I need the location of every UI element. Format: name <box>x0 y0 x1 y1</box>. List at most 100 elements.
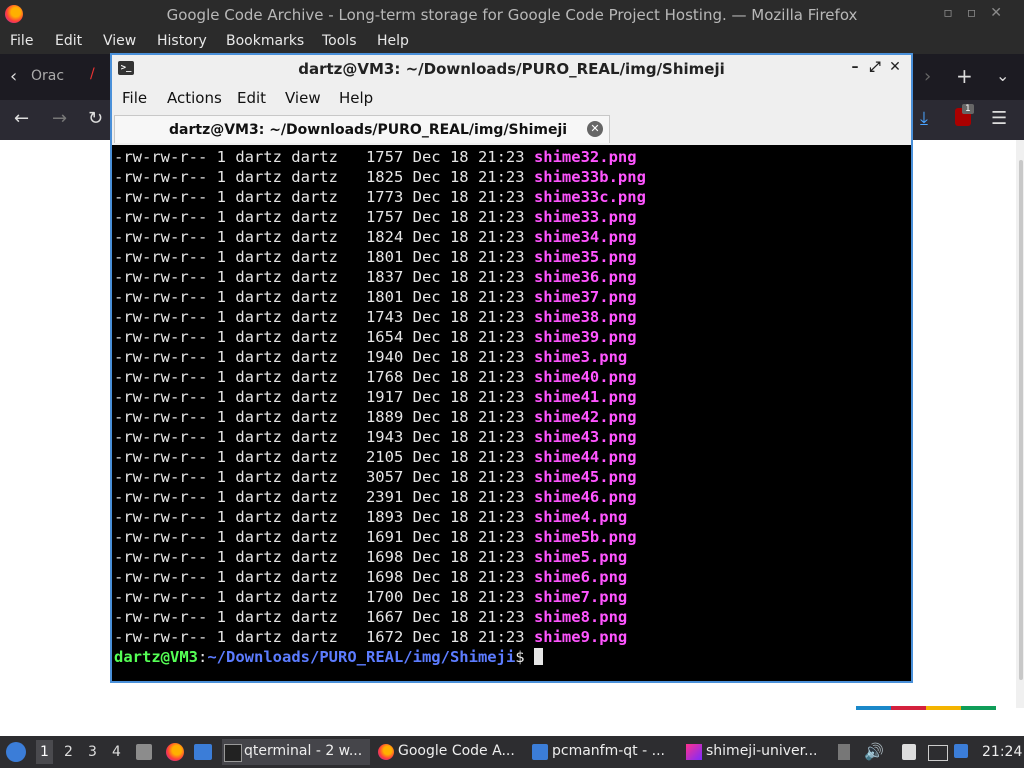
terminal-menu-actions[interactable]: Actions <box>167 89 222 107</box>
file-manager-launcher-icon[interactable] <box>136 744 152 760</box>
scroll-indicator-icon[interactable] <box>838 744 850 760</box>
firefox-menu-view[interactable]: View <box>103 33 136 49</box>
reload-icon[interactable]: ↻ <box>88 108 103 129</box>
file-name: shime36.png <box>533 268 637 286</box>
close-icon[interactable]: ✕ <box>885 59 905 75</box>
file-meta: -rw-rw-r-- 1 dartz dartz 1825 Dec 18 21:… <box>114 168 534 186</box>
firefox-menu-edit[interactable]: Edit <box>55 33 82 49</box>
volume-icon[interactable]: 🔊 <box>864 742 884 761</box>
terminal-menu-view[interactable]: View <box>285 89 321 107</box>
list-all-tabs-icon[interactable]: ⌄ <box>996 66 1009 85</box>
file-name: shime41.png <box>533 388 637 406</box>
terminal-line: -rw-rw-r-- 1 dartz dartz 1801 Dec 18 21:… <box>114 247 909 267</box>
prompt-line[interactable]: dartz@VM3:~/Downloads/PURO_REAL/img/Shim… <box>114 647 909 667</box>
terminal-line: -rw-rw-r-- 1 dartz dartz 1757 Dec 18 21:… <box>114 147 909 167</box>
terminal-line: -rw-rw-r-- 1 dartz dartz 1691 Dec 18 21:… <box>114 527 909 547</box>
file-meta: -rw-rw-r-- 1 dartz dartz 1889 Dec 18 21:… <box>114 408 534 426</box>
firefox-menu-tools[interactable]: Tools <box>322 33 357 49</box>
firefox-menu-help[interactable]: Help <box>377 33 409 49</box>
desktop-launcher-icon[interactable] <box>194 744 212 760</box>
start-menu-icon[interactable] <box>6 742 26 762</box>
file-name: shime5.png <box>533 548 628 566</box>
back-icon[interactable]: ← <box>14 108 29 129</box>
file-meta: -rw-rw-r-- 1 dartz dartz 1837 Dec 18 21:… <box>114 268 534 286</box>
firefox-launcher-icon[interactable] <box>166 743 184 761</box>
terminal-tab[interactable]: dartz@VM3: ~/Downloads/PURO_REAL/img/Shi… <box>114 115 610 143</box>
file-meta: -rw-rw-r-- 1 dartz dartz 1672 Dec 18 21:… <box>114 628 534 646</box>
file-name: shime34.png <box>533 228 637 246</box>
terminal-line: -rw-rw-r-- 1 dartz dartz 1824 Dec 18 21:… <box>114 227 909 247</box>
file-meta: -rw-rw-r-- 1 dartz dartz 1667 Dec 18 21:… <box>114 608 534 626</box>
terminal-line: -rw-rw-r-- 1 dartz dartz 1893 Dec 18 21:… <box>114 507 909 527</box>
tab-favicon-icon: / <box>90 66 95 82</box>
workspace-4[interactable]: 4 <box>112 744 121 760</box>
firefox-tab-partial[interactable]: Orac <box>31 68 64 84</box>
prompt-symbol: $ <box>515 648 525 666</box>
minimize-icon[interactable]: – <box>845 59 865 75</box>
terminal-line: -rw-rw-r-- 1 dartz dartz 2105 Dec 18 21:… <box>114 447 909 467</box>
terminal-line: -rw-rw-r-- 1 dartz dartz 1768 Dec 18 21:… <box>114 367 909 387</box>
tab-scroll-left-icon[interactable]: ‹ <box>10 66 17 87</box>
workspace-3[interactable]: 3 <box>88 744 97 760</box>
tab-close-icon[interactable]: ✕ <box>587 121 603 137</box>
page-scrollbar[interactable] <box>1016 140 1024 708</box>
task-qterminal[interactable]: qterminal - 2 w... <box>222 739 370 765</box>
terminal-line: -rw-rw-r-- 1 dartz dartz 1757 Dec 18 21:… <box>114 207 909 227</box>
firefox-menu-bookmarks[interactable]: Bookmarks <box>226 33 304 49</box>
terminal-line: -rw-rw-r-- 1 dartz dartz 1825 Dec 18 21:… <box>114 167 909 187</box>
terminal-line: -rw-rw-r-- 1 dartz dartz 1801 Dec 18 21:… <box>114 287 909 307</box>
firefox-menu-file[interactable]: File <box>10 33 33 49</box>
terminal-line: -rw-rw-r-- 1 dartz dartz 1654 Dec 18 21:… <box>114 327 909 347</box>
terminal-line: -rw-rw-r-- 1 dartz dartz 1667 Dec 18 21:… <box>114 607 909 627</box>
terminal-line: -rw-rw-r-- 1 dartz dartz 2391 Dec 18 21:… <box>114 487 909 507</box>
terminal-tab-label: dartz@VM3: ~/Downloads/PURO_REAL/img/Shi… <box>169 122 568 138</box>
file-meta: -rw-rw-r-- 1 dartz dartz 1801 Dec 18 21:… <box>114 288 534 306</box>
bluetooth-icon[interactable] <box>954 744 968 758</box>
task-firefox[interactable]: Google Code A... <box>376 739 524 765</box>
file-name: shime3.png <box>533 348 628 366</box>
terminal-titlebar[interactable]: >_ dartz@VM3: ~/Downloads/PURO_REAL/img/… <box>112 55 911 83</box>
maximize-icon[interactable]: ⤢ <box>865 59 885 75</box>
firefox-window-controls[interactable]: ▫▫✕ <box>943 5 1016 21</box>
workspace-1[interactable]: 1 <box>36 740 53 764</box>
terminal-menu-file[interactable]: File <box>122 89 147 107</box>
file-name: shime32.png <box>533 148 637 166</box>
firefox-menu-history[interactable]: History <box>157 33 207 49</box>
downloads-icon[interactable]: ⤓ <box>920 108 928 129</box>
scrollbar-thumb[interactable] <box>1019 160 1023 680</box>
forward-icon[interactable]: → <box>52 108 67 129</box>
terminal-window[interactable]: >_ dartz@VM3: ~/Downloads/PURO_REAL/img/… <box>110 53 913 683</box>
file-name: shime45.png <box>533 468 637 486</box>
firefox-window-title: Google Code Archive - Long-term storage … <box>166 6 858 24</box>
file-meta: -rw-rw-r-- 1 dartz dartz 1743 Dec 18 21:… <box>114 308 534 326</box>
google-color-stripe <box>856 706 996 710</box>
file-name: shime38.png <box>533 308 637 326</box>
file-name: shime33c.png <box>533 188 646 206</box>
terminal-output[interactable]: -rw-rw-r-- 1 dartz dartz 1757 Dec 18 21:… <box>114 147 909 679</box>
tab-scroll-right-icon[interactable]: › <box>924 66 931 87</box>
taskbar: 1 2 3 4 qterminal - 2 w... Google Code A… <box>0 736 1024 768</box>
folder-icon <box>532 744 548 760</box>
app-menu-icon[interactable]: ☰ <box>991 108 1007 129</box>
clock[interactable]: 21:24 <box>982 744 1022 760</box>
extension-badge: 1 <box>962 104 974 114</box>
file-meta: -rw-rw-r-- 1 dartz dartz 1700 Dec 18 21:… <box>114 588 534 606</box>
terminal-menu-help[interactable]: Help <box>339 89 373 107</box>
network-icon[interactable] <box>928 745 948 761</box>
firefox-titlebar: Google Code Archive - Long-term storage … <box>0 0 1024 30</box>
file-name: shime35.png <box>533 248 637 266</box>
file-meta: -rw-rw-r-- 1 dartz dartz 1801 Dec 18 21:… <box>114 248 534 266</box>
file-meta: -rw-rw-r-- 1 dartz dartz 1654 Dec 18 21:… <box>114 328 534 346</box>
terminal-menu-edit[interactable]: Edit <box>237 89 266 107</box>
file-meta: -rw-rw-r-- 1 dartz dartz 1824 Dec 18 21:… <box>114 228 534 246</box>
file-meta: -rw-rw-r-- 1 dartz dartz 2391 Dec 18 21:… <box>114 488 534 506</box>
workspace-2[interactable]: 2 <box>64 744 73 760</box>
task-intellij[interactable]: shimeji-univer... <box>684 739 832 765</box>
terminal-line: -rw-rw-r-- 1 dartz dartz 1889 Dec 18 21:… <box>114 407 909 427</box>
file-meta: -rw-rw-r-- 1 dartz dartz 1698 Dec 18 21:… <box>114 548 534 566</box>
new-tab-icon[interactable]: + <box>956 64 973 88</box>
file-meta: -rw-rw-r-- 1 dartz dartz 1757 Dec 18 21:… <box>114 208 534 226</box>
clipboard-icon[interactable] <box>902 744 916 760</box>
task-pcmanfm[interactable]: pcmanfm-qt - ... <box>530 739 678 765</box>
terminal-line: -rw-rw-r-- 1 dartz dartz 3057 Dec 18 21:… <box>114 467 909 487</box>
